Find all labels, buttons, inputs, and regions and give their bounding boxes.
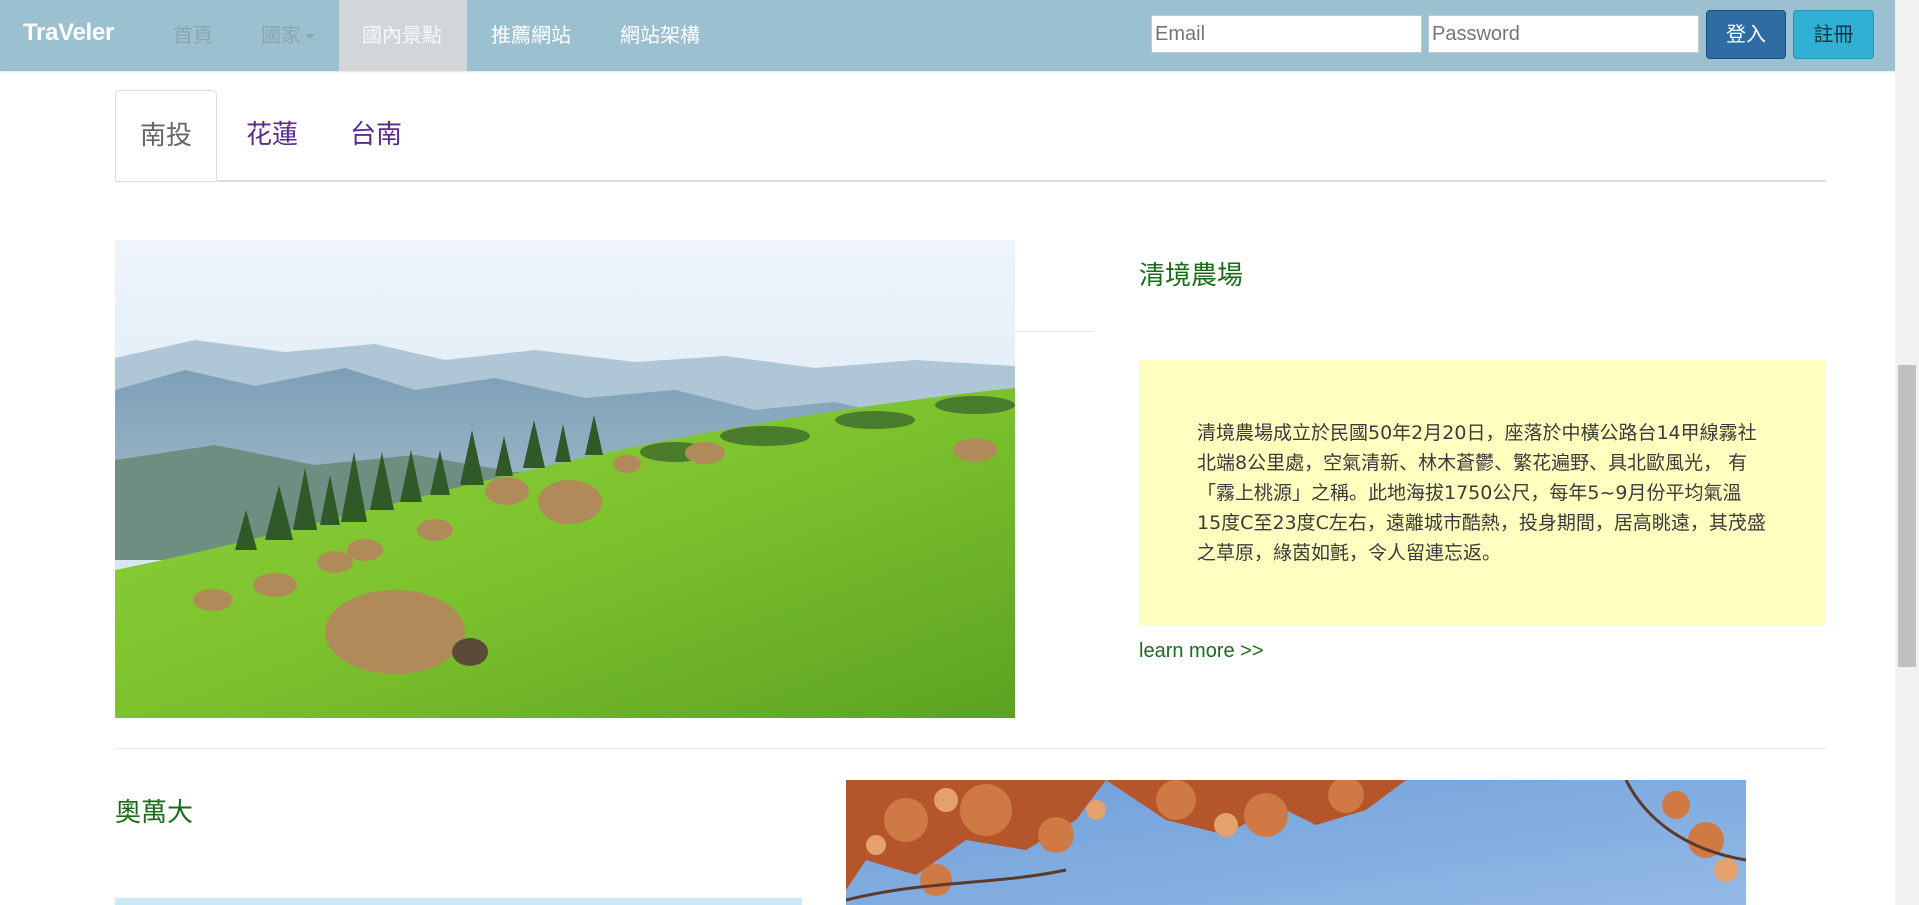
nav-countries-dropdown[interactable]: 國家: [238, 0, 338, 71]
spot-description-text: 清境農場成立於民國50年2月20日，座落於中橫公路台14甲線霧社 北端8公里處，…: [1197, 422, 1766, 564]
login-button[interactable]: 登入: [1706, 10, 1786, 59]
spot-description-aowanda: [115, 898, 802, 905]
spot-title-cingjing: 清境農場: [1139, 261, 1244, 291]
section-divider: [115, 748, 1826, 749]
nav-countries-label: 國家: [261, 23, 301, 47]
nav-recommended-sites[interactable]: 推薦網站: [468, 0, 594, 71]
scrollbar-thumb[interactable]: [1898, 365, 1916, 667]
tab-hualien[interactable]: 花蓮: [232, 90, 312, 181]
chevron-down-icon: [305, 34, 315, 39]
password-input[interactable]: [1428, 15, 1699, 53]
aowanda-photo: [846, 780, 1746, 905]
top-navbar: TraVeler 首頁 國家 國內景點 推薦網站 網站架構 登入 註冊: [0, 0, 1895, 71]
email-input[interactable]: [1151, 15, 1422, 53]
cingjing-farm-photo: [115, 240, 1015, 718]
register-button[interactable]: 註冊: [1793, 10, 1874, 59]
spot-description-cingjing: 清境農場成立於民國50年2月20日，座落於中橫公路台14甲線霧社 北端8公里處，…: [1139, 360, 1826, 625]
spot-title-aowanda: 奧萬大: [115, 798, 194, 828]
image-side-rule: [1015, 331, 1094, 332]
brand-logo[interactable]: TraVeler: [23, 19, 114, 47]
nav-home[interactable]: 首頁: [150, 0, 236, 71]
nav-domestic-spots[interactable]: 國內景點: [339, 0, 467, 71]
tab-tainan[interactable]: 台南: [336, 90, 416, 181]
learn-more-link[interactable]: learn more >>: [1139, 640, 1264, 663]
page-scrollbar[interactable]: [1895, 0, 1919, 905]
nav-site-map[interactable]: 網站架構: [597, 0, 723, 71]
tab-nantou[interactable]: 南投: [115, 90, 217, 181]
